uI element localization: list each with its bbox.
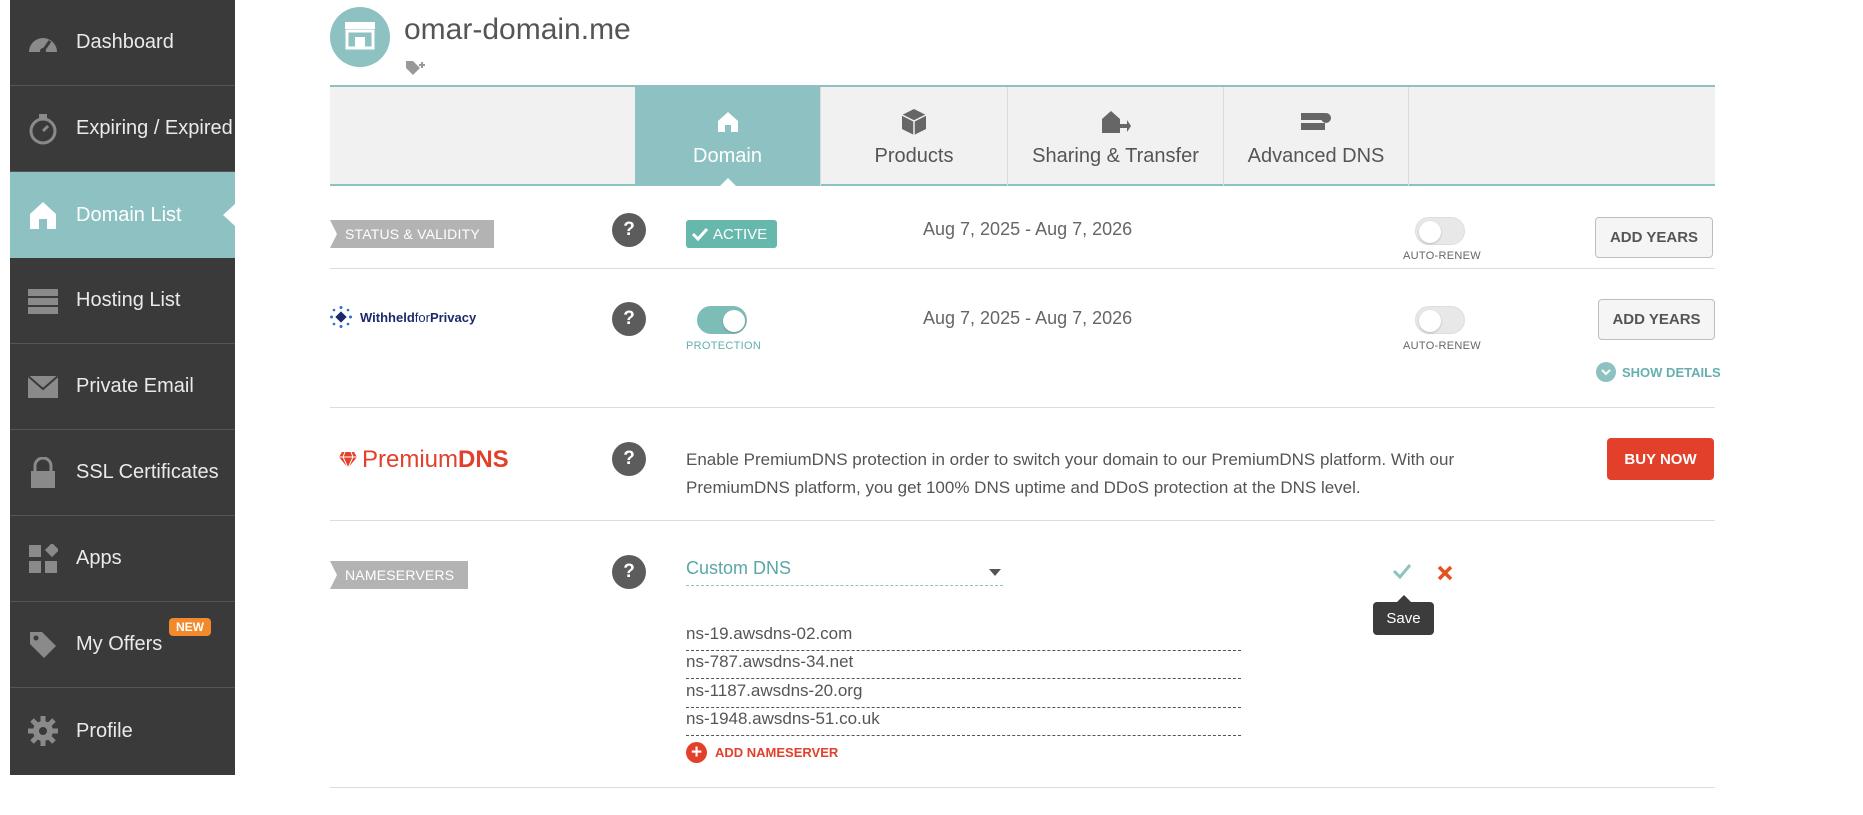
- divider: [330, 520, 1715, 521]
- withheld-for-privacy-logo: Withheld for Privacy: [330, 306, 476, 328]
- stopwatch-icon: [26, 112, 60, 146]
- dns-type-select[interactable]: Custom DNS: [686, 558, 1003, 586]
- protection-toggle[interactable]: [697, 306, 747, 334]
- cancel-x-icon[interactable]: [1437, 565, 1453, 586]
- protection-label: PROTECTION: [686, 340, 762, 352]
- nameserver-input[interactable]: ns-1948.awsdns-51.co.uk: [686, 709, 1241, 736]
- chevron-down-icon: [1596, 362, 1616, 382]
- server-icon: [26, 284, 60, 318]
- autorenew-toggle[interactable]: [1415, 217, 1465, 245]
- divider: [330, 407, 1715, 408]
- help-icon[interactable]: ?: [612, 302, 646, 336]
- check-icon: [692, 227, 708, 241]
- storefront-icon: [343, 20, 377, 55]
- tag-add-icon[interactable]: [405, 60, 427, 81]
- box-icon: [901, 105, 927, 139]
- gear-icon: [26, 714, 60, 748]
- add-nameserver-button[interactable]: + ADD NAMESERVER: [686, 742, 838, 763]
- help-icon[interactable]: ?: [612, 213, 646, 247]
- sidebar-item-private-email[interactable]: Private Email: [10, 344, 235, 430]
- premiumdns-description: Enable PremiumDNS protection in order to…: [686, 450, 1455, 497]
- add-nameserver-label: ADD NAMESERVER: [715, 745, 839, 760]
- speedometer-icon: [26, 26, 60, 60]
- help-icon[interactable]: ?: [612, 555, 646, 589]
- domain-avatar: [330, 7, 390, 67]
- nameservers-label: NAMESERVERS: [330, 561, 469, 589]
- validity-dates: Aug 7, 2025 - Aug 7, 2026: [923, 219, 1133, 239]
- status-validity-label: STATUS & VALIDITY: [330, 220, 494, 248]
- logo-text: for: [414, 309, 430, 325]
- withheld-logo-icon: [330, 306, 352, 328]
- logo-text: Withheld: [360, 309, 415, 325]
- sidebar-item-label: Hosting List: [76, 289, 181, 311]
- new-badge: NEW: [169, 618, 211, 636]
- gem-icon: [338, 451, 358, 469]
- privacy-dates: Aug 7, 2025 - Aug 7, 2026: [923, 308, 1133, 328]
- tab-sharing-transfer[interactable]: Sharing & Transfer: [1007, 87, 1223, 186]
- premiumdns-logo: Premium DNS: [338, 446, 509, 474]
- tab-label: Domain: [693, 145, 762, 167]
- domain-tabs: Domain Products Sharing & Transfer Advan…: [330, 85, 1715, 187]
- add-years-button[interactable]: ADD YEARS: [1598, 299, 1715, 340]
- house-icon: [26, 198, 60, 232]
- add-years-button[interactable]: ADD YEARS: [1595, 217, 1713, 258]
- page-title: omar-domain.me: [404, 13, 631, 46]
- status-badge: ACTIVE: [686, 220, 777, 248]
- tab-advanced-dns[interactable]: Advanced DNS: [1223, 87, 1409, 186]
- sidebar-item-ssl-certificates[interactable]: SSL Certificates: [10, 430, 235, 516]
- sidebar-item-label: Apps: [76, 547, 122, 569]
- sidebar-item-label: Expiring / Expired: [76, 117, 233, 139]
- show-details-label: SHOW DETAILS: [1622, 364, 1721, 380]
- nameserver-input[interactable]: ns-1187.awsdns-20.org: [686, 681, 1241, 708]
- sidebar-item-label: SSL Certificates: [76, 461, 219, 483]
- tab-label: Advanced DNS: [1247, 145, 1385, 167]
- house-transfer-icon: [1101, 105, 1131, 139]
- sidebar-item-label: Profile: [76, 719, 133, 742]
- tab-domain[interactable]: Domain: [635, 87, 820, 187]
- tag-icon: [26, 628, 60, 662]
- dns-type-value: Custom DNS: [686, 558, 792, 578]
- sidebar-item-expiring[interactable]: Expiring / Expired: [10, 86, 235, 172]
- save-check-icon[interactable]: [1392, 563, 1412, 584]
- dns-server-icon: [1300, 105, 1332, 139]
- status-badge-label: ACTIVE: [713, 225, 768, 243]
- autorenew-label: AUTO-RENEW: [1403, 250, 1481, 262]
- logo-text: Premium: [362, 446, 459, 473]
- autorenew-label: AUTO-RENEW: [1403, 340, 1481, 352]
- sidebar-item-label: Dashboard: [76, 31, 174, 53]
- tab-label: Products: [874, 145, 954, 167]
- plus-icon: +: [686, 742, 707, 763]
- sidebar-item-label: Private Email: [76, 375, 194, 397]
- lock-icon: [26, 456, 60, 490]
- sidebar-item-profile[interactable]: Profile: [10, 688, 235, 774]
- sidebar-item-domain-list[interactable]: Domain List: [10, 172, 235, 258]
- sidebar-item-hosting-list[interactable]: Hosting List: [10, 258, 235, 344]
- tab-label: Sharing & Transfer: [1032, 145, 1199, 167]
- sidebar-item-my-offers[interactable]: My Offers NEW: [10, 602, 235, 688]
- apps-icon: [26, 542, 60, 576]
- logo-text: Privacy: [429, 309, 477, 325]
- house-icon: [717, 105, 739, 139]
- buy-now-button[interactable]: BUY NOW: [1607, 438, 1714, 480]
- divider: [330, 268, 1715, 269]
- help-icon[interactable]: ?: [612, 442, 646, 476]
- sidebar-item-label: Domain List: [76, 203, 182, 226]
- nameserver-input[interactable]: ns-787.awsdns-34.net: [686, 652, 1241, 679]
- nameserver-input[interactable]: ns-19.awsdns-02.com: [686, 624, 1241, 651]
- save-tooltip: Save: [1373, 595, 1434, 635]
- envelope-icon: [26, 370, 60, 404]
- sidebar-item-label: My Offers: [76, 633, 163, 655]
- sidebar: Dashboard Expiring / Expired Domain List…: [10, 0, 235, 775]
- show-details-link[interactable]: SHOW DETAILS: [1596, 362, 1721, 382]
- divider: [330, 787, 1715, 788]
- autorenew-toggle[interactable]: [1415, 306, 1465, 334]
- logo-text: DNS: [458, 446, 509, 473]
- sidebar-item-dashboard[interactable]: Dashboard: [10, 0, 235, 86]
- sidebar-item-apps[interactable]: Apps: [10, 516, 235, 602]
- tab-products[interactable]: Products: [820, 87, 1007, 186]
- chevron-down-icon: [989, 569, 1001, 576]
